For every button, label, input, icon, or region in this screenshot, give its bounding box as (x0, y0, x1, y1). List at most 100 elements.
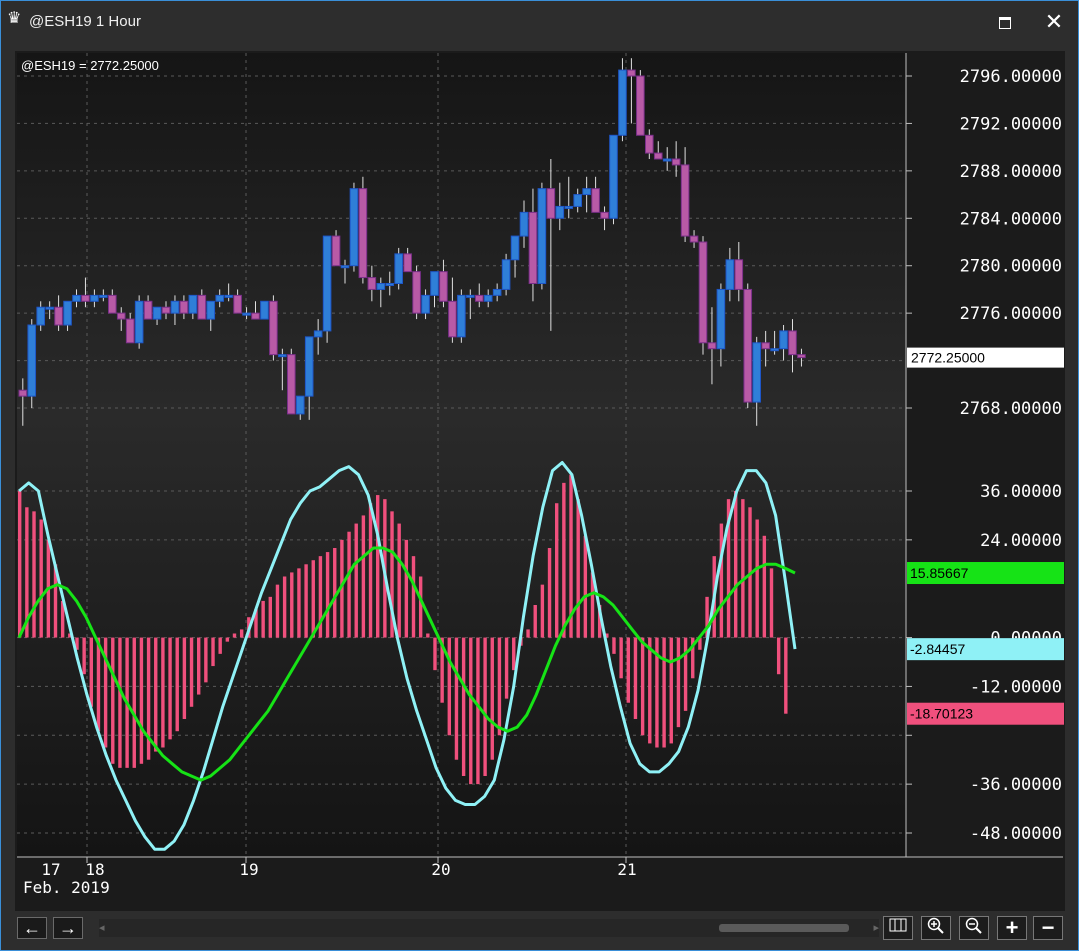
histogram-bar (118, 637, 122, 768)
scrollbar-thumb[interactable] (719, 924, 849, 932)
time-tick-label: 20 (431, 860, 450, 879)
histogram-bar (211, 637, 215, 667)
candle-body (662, 158, 672, 162)
candle-body (358, 188, 368, 279)
histogram-bar (669, 637, 673, 744)
maximize-button[interactable] (995, 11, 1015, 33)
histogram-bar (648, 637, 652, 744)
histogram-bar (275, 584, 280, 638)
candle-body (466, 294, 475, 298)
histogram-bar (368, 503, 373, 638)
histogram-bar (776, 637, 781, 675)
histogram-bar (361, 515, 366, 638)
current-price-label: 2772.25000 (911, 350, 985, 366)
candle-body (197, 294, 207, 320)
zoom-out-button[interactable] (959, 916, 989, 940)
scroll-right-arrow-icon[interactable]: ▸ (873, 921, 879, 934)
price-tick-label: 2768.00000 (960, 399, 1062, 419)
candle-body (251, 312, 260, 320)
zoom-out-icon (965, 917, 982, 934)
candle-body (367, 277, 377, 290)
histogram-bar (734, 491, 738, 638)
histogram-bar (225, 637, 230, 642)
candle-body (134, 300, 144, 344)
decrease-bars-button[interactable]: − (1033, 916, 1063, 940)
maximize-icon (999, 17, 1011, 29)
scroll-left-button[interactable]: ← (17, 917, 47, 939)
time-tick-label: 19 (239, 860, 258, 879)
histogram-bar (461, 637, 466, 776)
oscillator-tick-label: 36.00000 (980, 482, 1062, 502)
candle-body (108, 294, 117, 314)
candle-body (591, 188, 600, 213)
candle-body (278, 354, 287, 358)
title-bar[interactable]: ♛ @ESH19 1 Hour ✕ (1, 1, 1078, 45)
candle-body (761, 342, 770, 350)
histogram-bar (197, 637, 201, 695)
candle-body (618, 69, 627, 136)
scroll-right-button[interactable]: → (53, 917, 83, 939)
histogram-bar (311, 560, 315, 638)
candle-body (734, 259, 744, 290)
histogram-bar (32, 511, 36, 638)
candle-body (698, 241, 708, 344)
chart-area[interactable]: 2796.00000 2792.00000 2788.00000 2784.00000… (15, 51, 1065, 911)
histogram-bar (583, 535, 588, 638)
histogram-bar (261, 600, 265, 638)
bar-spacing-button[interactable] (883, 916, 913, 940)
candle-body (287, 354, 296, 415)
candle-body (90, 294, 99, 302)
candle-body (716, 288, 726, 350)
scroll-left-arrow-icon[interactable]: ◂ (99, 921, 105, 934)
histogram-bar (755, 519, 759, 638)
candle-body (188, 294, 198, 314)
histogram-bar (418, 576, 423, 638)
histogram-bar (469, 637, 473, 785)
candle-body (403, 253, 412, 273)
chart-svg[interactable]: 2796.00000 2792.00000 2788.00000 2784.00000… (15, 51, 1065, 911)
histogram-bar (204, 637, 208, 683)
increase-bars-button[interactable]: + (997, 916, 1027, 940)
symbol-readout: @ESH19 = 2772.25000 (21, 58, 159, 73)
candle-body (331, 235, 341, 267)
histogram-bar (576, 499, 580, 638)
candle-body (45, 306, 54, 310)
histogram-bar (490, 637, 494, 760)
histogram-bar (619, 637, 623, 679)
candle-body (99, 294, 108, 298)
candle-body (627, 69, 636, 77)
candle-body (385, 283, 395, 286)
candle-body (492, 288, 502, 296)
close-button[interactable]: ✕ (1041, 7, 1067, 37)
app-icon: ♛ (7, 10, 22, 27)
histogram-bar (154, 637, 158, 752)
candle-body (788, 330, 797, 356)
candle-body (770, 348, 779, 352)
histogram-bar (161, 637, 165, 748)
candle-body (725, 259, 735, 290)
month-label: Feb. 2019 (23, 878, 110, 897)
oscillator-value-label: 15.85667 (910, 565, 969, 581)
candle-body (779, 330, 788, 350)
histogram-bar (769, 568, 774, 638)
candle-body (609, 134, 618, 219)
histogram-bar (39, 519, 43, 638)
oscillator-value-label: -2.84457 (910, 641, 965, 657)
candle-body (430, 271, 439, 296)
horizontal-scrollbar[interactable]: ◂ ▸ (99, 919, 879, 937)
candle-body (36, 306, 45, 326)
time-tick-label: 18 (85, 860, 104, 879)
candle-body (421, 294, 430, 314)
histogram-bar (304, 564, 308, 638)
candle-body (457, 294, 466, 338)
candle-body (680, 164, 690, 237)
candle-body (242, 312, 251, 316)
candle-body (260, 300, 269, 320)
plot-background (17, 53, 906, 857)
histogram-bar (376, 495, 380, 638)
histogram-bar (189, 637, 194, 707)
candle-body (206, 300, 216, 320)
zoom-in-button[interactable] (921, 916, 951, 940)
candle-body (439, 271, 448, 302)
histogram-bar (762, 535, 767, 638)
